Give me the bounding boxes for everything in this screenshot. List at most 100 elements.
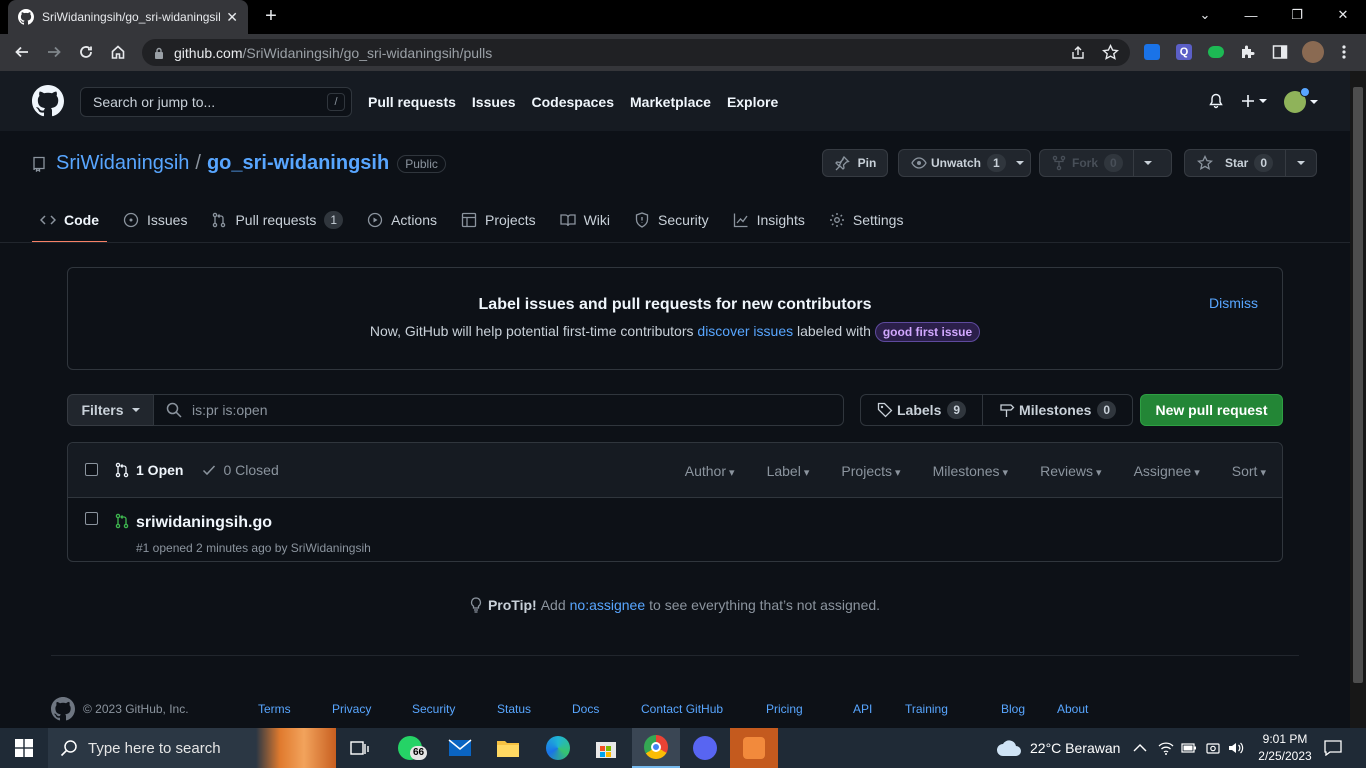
nav-explore[interactable]: Explore xyxy=(727,94,778,110)
restore-icon[interactable]: ❐ xyxy=(1274,0,1320,30)
tab-search-chevron-icon[interactable]: ⌄ xyxy=(1182,0,1228,30)
closed-filter[interactable]: 0 Closed xyxy=(201,462,279,478)
footer-link-docs[interactable]: Docs xyxy=(572,702,641,716)
camera-icon[interactable] xyxy=(1206,728,1220,768)
nav-marketplace[interactable]: Marketplace xyxy=(630,94,711,110)
new-pull-request-button[interactable]: New pull request xyxy=(1140,394,1283,426)
fork-dropdown[interactable] xyxy=(1132,150,1163,176)
tab-security[interactable]: Security xyxy=(626,203,717,237)
footer-link-status[interactable]: Status xyxy=(497,702,572,716)
new-tab-button[interactable]: + xyxy=(260,5,282,27)
minimize-icon[interactable]: — xyxy=(1228,0,1274,30)
share-icon[interactable] xyxy=(1070,45,1086,61)
global-search-input[interactable]: Search or jump to... / xyxy=(80,87,352,117)
battery-icon[interactable] xyxy=(1181,728,1197,768)
no-assignee-link[interactable]: no:assignee xyxy=(570,597,646,613)
nav-issues[interactable]: Issues xyxy=(472,94,516,110)
star-button[interactable]: Star 0 xyxy=(1184,149,1317,177)
tab-insights[interactable]: Insights xyxy=(725,203,813,237)
milestones-dropdown[interactable]: Milestones xyxy=(933,463,1009,479)
wifi-icon[interactable] xyxy=(1158,728,1174,768)
footer-link-terms[interactable]: Terms xyxy=(258,702,332,716)
profile-avatar[interactable] xyxy=(1302,41,1324,63)
sort-dropdown[interactable]: Sort xyxy=(1232,463,1266,479)
github-mark-icon[interactable] xyxy=(51,697,75,721)
taskbar-search-input[interactable]: Type here to search xyxy=(48,728,336,768)
pin-button[interactable]: Pin xyxy=(822,149,888,177)
tab-close-icon[interactable]: ✕ xyxy=(226,9,238,26)
volume-icon[interactable] xyxy=(1228,728,1244,768)
reload-icon[interactable] xyxy=(74,40,98,64)
notifications-icon[interactable] xyxy=(1324,728,1342,768)
nav-pull-requests[interactable]: Pull requests xyxy=(368,94,456,110)
footer-link-contact[interactable]: Contact GitHub xyxy=(641,702,766,716)
fork-button[interactable]: Fork 0 xyxy=(1039,149,1172,177)
tab-code[interactable]: Code xyxy=(32,203,107,243)
discover-issues-link[interactable]: discover issues xyxy=(697,323,793,339)
edge-icon[interactable] xyxy=(534,728,582,768)
assignee-dropdown[interactable]: Assignee xyxy=(1134,463,1200,479)
projects-dropdown[interactable]: Projects xyxy=(841,463,900,479)
user-avatar[interactable] xyxy=(1284,87,1318,113)
window-close-icon[interactable]: ✕ xyxy=(1320,0,1366,30)
watch-button[interactable]: Unwatch 1 xyxy=(898,149,1031,177)
open-filter[interactable]: 1 Open xyxy=(114,462,183,478)
pr-title-link[interactable]: sriwidaningsih.go xyxy=(136,514,272,532)
back-icon[interactable] xyxy=(10,40,34,64)
footer-link-privacy[interactable]: Privacy xyxy=(332,702,412,716)
tab-wiki[interactable]: Wiki xyxy=(552,203,618,237)
footer-link-pricing[interactable]: Pricing xyxy=(766,702,853,716)
good-first-issue-label[interactable]: good first issue xyxy=(874,322,981,342)
nav-codespaces[interactable]: Codespaces xyxy=(532,94,614,110)
star-dropdown[interactable] xyxy=(1285,150,1315,176)
browser-tab[interactable]: SriWidaningsih/go_sri-widaningsih ✕ xyxy=(8,0,248,34)
side-panel-icon[interactable] xyxy=(1270,42,1290,62)
weather-widget[interactable]: 22°C Berawan xyxy=(996,728,1120,768)
bell-icon[interactable] xyxy=(1208,93,1224,109)
browser-menu-icon[interactable] xyxy=(1334,42,1354,62)
filters-button[interactable]: Filters xyxy=(67,394,154,426)
dismiss-button[interactable]: Dismiss xyxy=(1209,295,1258,311)
task-view-icon[interactable] xyxy=(336,728,384,768)
milestones-button[interactable]: Milestones 0 xyxy=(982,395,1132,425)
page-scrollbar[interactable] xyxy=(1350,71,1366,728)
bookmark-star-icon[interactable] xyxy=(1102,44,1119,61)
footer-link-about[interactable]: About xyxy=(1057,702,1107,716)
repo-name-link[interactable]: go_sri-widaningsih xyxy=(207,152,389,175)
github-logo-icon[interactable] xyxy=(32,85,64,117)
footer-link-training[interactable]: Training xyxy=(905,702,1001,716)
repo-owner-link[interactable]: SriWidaningsih xyxy=(56,152,189,175)
tab-actions[interactable]: Actions xyxy=(359,203,445,237)
tab-issues[interactable]: Issues xyxy=(115,203,195,237)
address-bar[interactable]: github.com/SriWidaningsih/go_sri-widanin… xyxy=(142,39,1130,66)
extension-q-icon[interactable]: Q xyxy=(1174,42,1194,62)
watch-dropdown-icon[interactable] xyxy=(1015,159,1024,167)
discord-icon[interactable] xyxy=(681,728,729,768)
extensions-puzzle-icon[interactable] xyxy=(1238,42,1258,62)
chrome-icon[interactable] xyxy=(632,728,680,768)
taskbar-clock[interactable]: 9:01 PM 2/25/2023 xyxy=(1252,731,1318,765)
tab-pull-requests[interactable]: Pull requests 1 xyxy=(203,203,351,237)
select-all-checkbox[interactable] xyxy=(85,463,98,476)
windows-start-icon[interactable] xyxy=(0,728,48,768)
row-checkbox[interactable] xyxy=(85,512,98,525)
labels-button[interactable]: Labels 9 xyxy=(861,395,982,425)
whatsapp-icon[interactable]: 66 xyxy=(386,728,434,768)
home-icon[interactable] xyxy=(106,40,130,64)
tab-settings[interactable]: Settings xyxy=(821,203,912,237)
scrollbar-thumb[interactable] xyxy=(1353,87,1363,683)
footer-link-api[interactable]: API xyxy=(853,702,905,716)
tab-projects[interactable]: Projects xyxy=(453,203,544,237)
forward-icon[interactable] xyxy=(42,40,66,64)
create-new-plus-icon[interactable] xyxy=(1241,93,1269,109)
extension-green-icon[interactable] xyxy=(1206,42,1226,62)
author-dropdown[interactable]: Author xyxy=(685,463,735,479)
reviews-dropdown[interactable]: Reviews xyxy=(1040,463,1101,479)
filter-search-input[interactable]: is:pr is:open xyxy=(153,394,844,426)
footer-link-blog[interactable]: Blog xyxy=(1001,702,1057,716)
mail-icon[interactable] xyxy=(436,728,484,768)
app-orange-icon[interactable] xyxy=(730,728,778,768)
footer-link-security[interactable]: Security xyxy=(412,702,497,716)
label-dropdown[interactable]: Label xyxy=(767,463,810,479)
microsoft-store-icon[interactable] xyxy=(582,728,630,768)
